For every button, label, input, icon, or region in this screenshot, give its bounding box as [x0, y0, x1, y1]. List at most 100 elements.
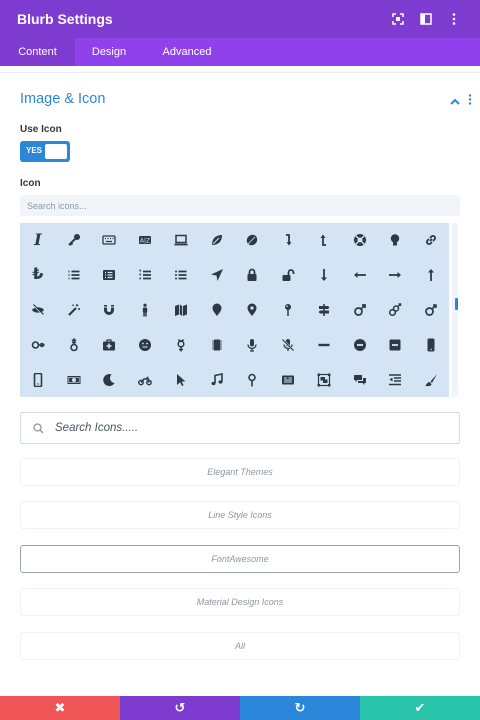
leaf-alt-icon[interactable] — [235, 223, 271, 258]
mars-icon[interactable] — [342, 293, 378, 328]
microphone-slash-icon[interactable] — [270, 327, 306, 362]
settings-tabs: Content Design Advanced — [0, 38, 480, 66]
motorcycle-icon[interactable] — [127, 362, 163, 397]
icon-label: Icon — [20, 178, 41, 189]
location-arrow-icon[interactable] — [199, 258, 235, 293]
check-icon: ✔ — [414, 700, 426, 715]
divider — [0, 72, 480, 73]
undo-button[interactable]: ↺ — [120, 696, 240, 720]
comments-icon[interactable] — [342, 362, 378, 397]
life-ring-icon[interactable] — [342, 223, 378, 258]
use-icon-toggle[interactable]: YES — [20, 141, 70, 162]
save-button[interactable]: ✔ — [360, 696, 480, 720]
low-vision-icon[interactable] — [20, 293, 56, 328]
arrow-up-long-icon[interactable] — [413, 258, 449, 293]
map-marker-icon[interactable] — [199, 293, 235, 328]
sidebar-icon[interactable] — [414, 7, 438, 31]
arrow-right-long-icon[interactable] — [378, 258, 414, 293]
more-vertical-icon[interactable] — [442, 7, 466, 31]
microphone-icon[interactable] — [235, 327, 271, 362]
magnet-icon[interactable] — [92, 293, 128, 328]
settings-content: Image & Icon Use Icon YES Icon I A|Z ₺ Ele… — [0, 66, 480, 696]
redo-icon: ↻ — [294, 700, 306, 715]
lock-open-icon[interactable] — [270, 258, 306, 293]
list-ul-icon[interactable] — [163, 258, 199, 293]
map-icon[interactable] — [163, 293, 199, 328]
icon-search-box[interactable] — [20, 412, 460, 444]
modal-title: Blurb Settings — [17, 11, 113, 27]
lock-icon[interactable] — [235, 258, 271, 293]
minus-icon[interactable] — [306, 327, 342, 362]
keyboard-icon[interactable] — [92, 223, 128, 258]
icon-grid-scrollbar[interactable] — [452, 223, 458, 397]
meh-icon[interactable] — [127, 327, 163, 362]
mars-stroke-icon[interactable] — [413, 293, 449, 328]
undo-icon: ↺ — [174, 700, 186, 715]
mobile-alt-icon[interactable] — [20, 362, 56, 397]
list-alt-icon[interactable] — [92, 258, 128, 293]
map-marker-alt-icon[interactable] — [235, 293, 271, 328]
arrow-turn-down-icon[interactable] — [270, 223, 306, 258]
library-line-style-icons[interactable]: Line Style Icons — [20, 501, 460, 529]
list-icon[interactable] — [56, 258, 92, 293]
tab-content[interactable]: Content — [0, 38, 75, 66]
tab-advanced[interactable]: Advanced — [143, 38, 231, 66]
map-pin-icon[interactable] — [270, 293, 306, 328]
link-icon[interactable] — [413, 223, 449, 258]
modal-header: Blurb Settings — [0, 0, 480, 38]
library-fontawesome[interactable]: FontAwesome — [20, 545, 460, 573]
minus-circle-icon[interactable] — [342, 327, 378, 362]
redo-button[interactable]: ↻ — [240, 696, 360, 720]
lira-icon[interactable]: ₺ — [20, 258, 56, 293]
icon-filter-input[interactable] — [20, 195, 460, 216]
object-group-icon[interactable] — [306, 362, 342, 397]
mouse-pointer-icon[interactable] — [163, 362, 199, 397]
mercury-icon[interactable] — [163, 327, 199, 362]
microchip-icon[interactable] — [199, 327, 235, 362]
svg-text:A|Z: A|Z — [140, 238, 150, 245]
scrollbar-thumb[interactable] — [455, 298, 458, 310]
mars-double-icon[interactable] — [378, 293, 414, 328]
outdent-icon[interactable] — [378, 362, 414, 397]
library-all[interactable]: All — [20, 632, 460, 660]
search-icon — [31, 421, 45, 435]
moon-icon[interactable] — [92, 362, 128, 397]
chevron-up-icon[interactable] — [450, 92, 460, 110]
leaf-icon[interactable] — [199, 223, 235, 258]
library-material-design-icons[interactable]: Material Design Icons — [20, 588, 460, 616]
toggle-label: YES — [26, 146, 43, 155]
tab-design[interactable]: Design — [75, 38, 143, 66]
lightbulb-icon[interactable] — [378, 223, 414, 258]
library-elegant-themes[interactable]: Elegant Themes — [20, 458, 460, 486]
mars-stroke-v-icon[interactable] — [56, 327, 92, 362]
expand-icon[interactable] — [386, 7, 410, 31]
ab-box-icon[interactable]: A|Z — [127, 223, 163, 258]
money-bill-icon[interactable] — [56, 362, 92, 397]
medkit-icon[interactable] — [92, 327, 128, 362]
minus-square-icon[interactable] — [378, 327, 414, 362]
magic-icon[interactable] — [56, 293, 92, 328]
mars-stroke-h-icon[interactable] — [20, 327, 56, 362]
icon-grid: I A|Z ₺ — [20, 223, 449, 397]
map-signs-icon[interactable] — [306, 293, 342, 328]
newspaper-icon[interactable] — [270, 362, 306, 397]
arrow-turn-up-icon[interactable] — [306, 223, 342, 258]
key-icon[interactable] — [56, 223, 92, 258]
close-icon: ✖ — [54, 700, 66, 715]
list-ol-icon[interactable] — [127, 258, 163, 293]
italic-icon[interactable]: I — [20, 223, 56, 258]
mobile-icon[interactable] — [413, 327, 449, 362]
cancel-button[interactable]: ✖ — [0, 696, 120, 720]
neuter-icon[interactable] — [235, 362, 271, 397]
modal-footer: ✖ ↺ ↻ ✔ — [0, 696, 480, 720]
laptop-icon[interactable] — [163, 223, 199, 258]
more-vertical-icon[interactable] — [468, 92, 472, 110]
paint-brush-icon[interactable] — [413, 362, 449, 397]
arrow-left-long-icon[interactable] — [342, 258, 378, 293]
icon-search-input[interactable] — [55, 422, 435, 434]
arrow-down-long-icon[interactable] — [306, 258, 342, 293]
section-title[interactable]: Image & Icon — [20, 91, 105, 107]
male-icon[interactable] — [127, 293, 163, 328]
music-icon[interactable] — [199, 362, 235, 397]
toggle-knob — [45, 144, 67, 159]
